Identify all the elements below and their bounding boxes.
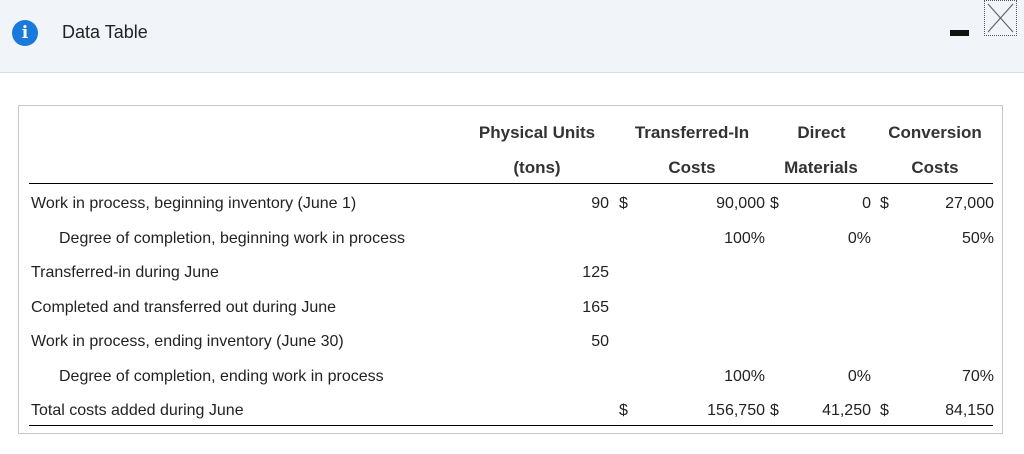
ti-value: 90,000	[716, 195, 765, 212]
units-value: 125	[582, 264, 609, 281]
currency-sign: $	[880, 195, 889, 212]
currency-sign: $	[880, 402, 889, 419]
row-label: Completed and transferred out during Jun…	[31, 299, 337, 316]
close-button[interactable]	[984, 0, 1017, 36]
ti-value: 156,750	[707, 402, 765, 419]
minimize-icon	[950, 30, 969, 36]
dm-value: 0%	[847, 230, 871, 247]
header-physical-units: Physical Units	[478, 123, 596, 142]
header-tons: (tons)	[513, 158, 561, 177]
header-conversion: Conversion	[888, 123, 982, 142]
row-label: Work in process, beginning inventory (Ju…	[31, 195, 357, 212]
header-direct: Direct	[797, 123, 846, 142]
header-costs: Costs	[668, 158, 716, 177]
dialog-header: i Data Table	[0, 0, 1024, 73]
dm-value: 0%	[847, 368, 871, 385]
header-conversion-costs: Costs	[911, 158, 959, 177]
header-transferred-in: Transferred-In	[634, 123, 750, 142]
ti-value: 100%	[724, 368, 765, 385]
footer-divider	[29, 425, 993, 426]
info-icon: i	[12, 20, 38, 46]
data-table: Physical Units Transferred-In Direct Con…	[18, 105, 1003, 434]
header-divider	[29, 183, 993, 184]
currency-sign: $	[770, 195, 779, 212]
row-label: Degree of completion, beginning work in …	[59, 230, 405, 247]
cc-value: 50%	[961, 230, 994, 247]
dm-value: 41,250	[822, 402, 871, 419]
dm-value: 0	[862, 195, 871, 212]
row-label: Total costs added during June	[31, 402, 244, 419]
currency-sign: $	[770, 402, 779, 419]
header-materials: Materials	[784, 158, 858, 177]
currency-sign: $	[619, 195, 628, 212]
cc-value: 84,150	[945, 402, 994, 419]
ti-value: 100%	[724, 230, 765, 247]
units-value: 90	[591, 195, 609, 212]
dialog-title: Data Table	[62, 22, 148, 42]
row-label: Degree of completion, ending work in pro…	[59, 368, 384, 385]
currency-sign: $	[619, 402, 628, 419]
row-label: Transferred-in during June	[31, 264, 219, 281]
units-value: 50	[591, 333, 609, 350]
close-icon	[987, 3, 1014, 33]
row-label: Work in process, ending inventory (June …	[31, 333, 344, 350]
cc-value: 70%	[961, 368, 994, 385]
minimize-button[interactable]	[950, 30, 972, 37]
units-value: 165	[582, 299, 609, 316]
cc-value: 27,000	[945, 195, 994, 212]
